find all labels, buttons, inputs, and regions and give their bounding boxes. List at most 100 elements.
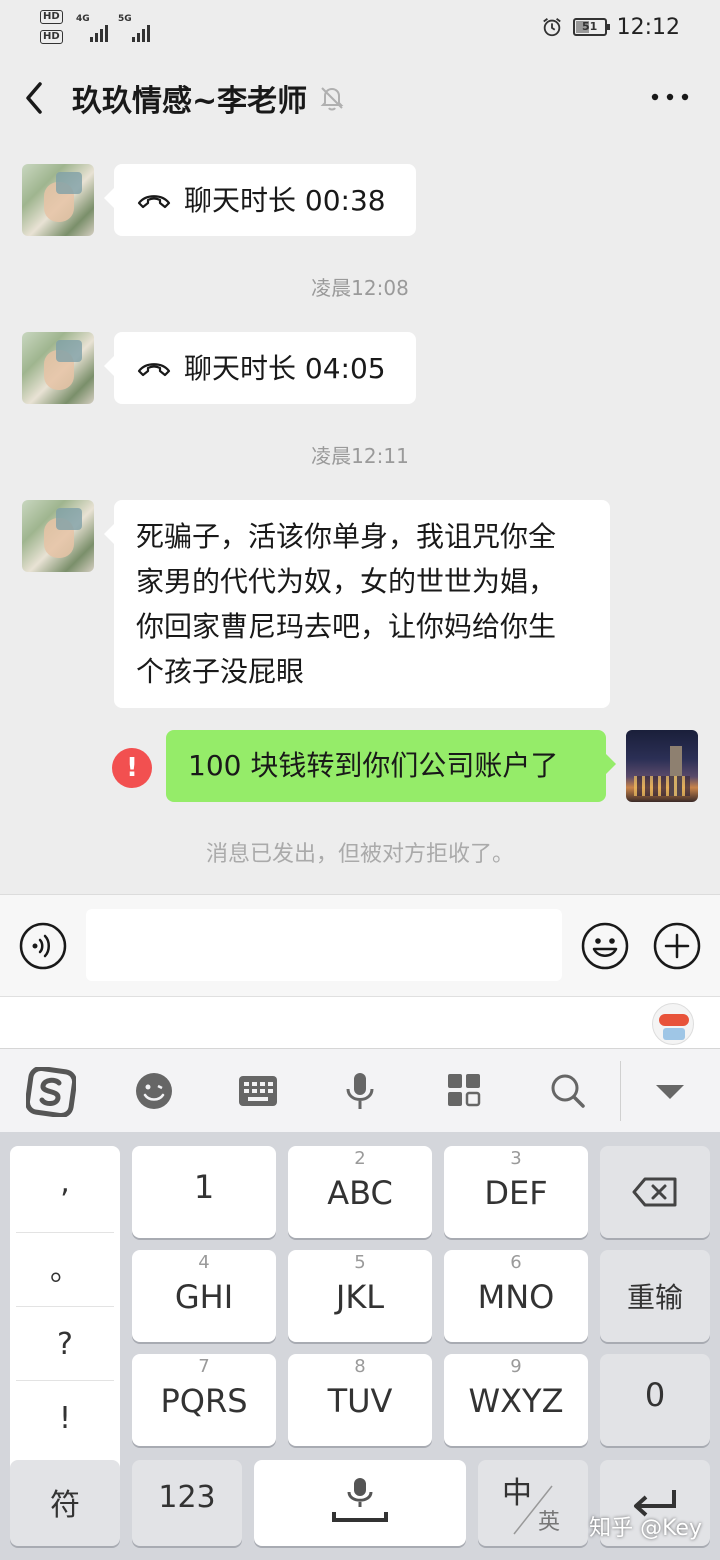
status-bar: HD HD 4G 5G 51 12:12	[0, 0, 720, 56]
key-label: JKL	[335, 1278, 385, 1316]
phone-hangup-icon	[137, 195, 171, 209]
phone-hangup-icon	[137, 363, 171, 377]
key-number: 9	[510, 1356, 522, 1377]
message-input[interactable]	[86, 909, 562, 981]
key-label: 0	[644, 1376, 666, 1414]
key-number: 2	[354, 1148, 366, 1169]
divider-slash-icon	[513, 1485, 553, 1535]
call-duration: 聊天时长 00:38	[184, 183, 386, 217]
key-wxyz[interactable]: 9 WXYZ	[444, 1354, 588, 1446]
chat-header: 玖玖情感~李老师	[0, 56, 720, 140]
key-number: 7	[198, 1356, 210, 1377]
watermark: 知乎 @Key	[589, 1516, 702, 1541]
space-voice-key[interactable]	[254, 1460, 466, 1546]
message-line: 你回家曹尼玛去吧，让你妈给你生	[136, 610, 557, 643]
punct-key[interactable]: ?	[10, 1308, 120, 1382]
signal-indicators: HD HD 4G 5G	[40, 8, 160, 48]
mute-bell-icon	[320, 87, 344, 111]
key-number: 8	[354, 1356, 366, 1377]
key-label: 123	[158, 1480, 216, 1515]
call-duration: 聊天时长 04:05	[184, 351, 386, 385]
toolbox-grid-icon[interactable]	[442, 1071, 486, 1111]
add-more-icon[interactable]	[652, 921, 702, 971]
key-label: GHI	[174, 1278, 234, 1316]
punct-key[interactable]: 。	[10, 1234, 120, 1308]
key-pqrs[interactable]: 7 PQRS	[132, 1354, 276, 1446]
punct-key[interactable]: !	[10, 1382, 120, 1456]
backspace-icon	[632, 1177, 677, 1207]
ime-keyboard: , 。 ? ! 1 2 ABC 3 DEF 4 GHI 5 JKL 6 MNO 重输 7 P…	[0, 1132, 720, 1560]
key-jkl[interactable]: 5 JKL	[288, 1250, 432, 1342]
symbols-key[interactable]: 符	[10, 1460, 120, 1546]
battery-icon: 51	[572, 18, 610, 36]
chat-title: 玖玖情感~李老师	[72, 84, 308, 119]
received-text-bubble[interactable]: 死骗子，活该你单身，我诅咒你全 家男的代代为奴，女的世世为娼， 你回家曹尼玛去吧…	[104, 500, 610, 708]
sogou-logo-icon[interactable]	[26, 1067, 76, 1117]
key-label: 1	[193, 1168, 215, 1206]
numbers-key[interactable]: 123	[132, 1460, 242, 1546]
key-ghi[interactable]: 4 GHI	[132, 1250, 276, 1342]
ime-mascot-icon[interactable]	[652, 1003, 694, 1045]
contact-avatar[interactable]	[22, 332, 94, 404]
message-line: 死骗子，活该你单身，我诅咒你全	[136, 520, 557, 553]
key-mno[interactable]: 6 MNO	[444, 1250, 588, 1342]
key-number: 5	[354, 1252, 366, 1273]
key-label: 重输	[626, 1281, 683, 1314]
emoji-icon[interactable]	[580, 921, 630, 971]
key-label: TUV	[327, 1382, 393, 1420]
key-number: 3	[510, 1148, 522, 1169]
contact-avatar[interactable]	[22, 164, 94, 236]
punctuation-column[interactable]: , 。 ? !	[10, 1146, 120, 1480]
status-right: 51 12:12	[541, 12, 680, 42]
key-label: PQRS	[160, 1382, 248, 1420]
key-tuv[interactable]: 8 TUV	[288, 1354, 432, 1446]
keyboard-toolbar	[0, 1048, 720, 1132]
call-record-bubble[interactable]: 聊天时长 00:38	[104, 164, 416, 236]
message-line: 家男的代代为奴，女的世世为娼，	[136, 565, 557, 598]
chat-area[interactable]: 聊天时长 00:38 凌晨12:08 聊天时长 04:05 凌晨12:11 死骗…	[0, 140, 720, 894]
key-label: 符	[50, 1488, 80, 1523]
microphone-icon	[332, 1478, 388, 1522]
status-time: 12:12	[616, 14, 680, 40]
emoji-panel-icon[interactable]	[132, 1071, 176, 1111]
key-number: 4	[198, 1252, 210, 1273]
keyboard-layout-icon[interactable]	[236, 1071, 280, 1111]
language-switch-key[interactable]: 中 英	[478, 1460, 588, 1546]
hd-badge: HD	[40, 30, 63, 44]
signal-icon	[132, 24, 150, 42]
voice-input-icon[interactable]	[18, 921, 68, 971]
key-label: MNO	[477, 1278, 555, 1316]
alarm-icon	[542, 18, 561, 37]
key-number: 6	[510, 1252, 522, 1273]
toolbar-divider	[620, 1061, 621, 1121]
key-def[interactable]: 3 DEF	[444, 1146, 588, 1238]
ime-candidate-strip	[0, 996, 720, 1048]
backspace-key[interactable]	[600, 1146, 710, 1238]
message-line: 个孩子没屁眼	[136, 655, 305, 688]
rejected-notice: 消息已发出，但被对方拒收了。	[205, 842, 514, 867]
timestamp: 凌晨12:08	[311, 276, 409, 300]
message-input-bar	[0, 894, 720, 996]
key-label: WXYZ	[468, 1382, 564, 1420]
microphone-icon[interactable]	[338, 1071, 382, 1111]
network-type-label: 5G	[118, 14, 132, 24]
more-options-icon[interactable]	[650, 92, 690, 102]
sent-text-bubble[interactable]: 100 块钱转到你们公司账户了	[166, 730, 616, 802]
collapse-keyboard-icon[interactable]	[648, 1071, 692, 1111]
contact-avatar[interactable]	[22, 500, 94, 572]
my-avatar[interactable]	[626, 730, 698, 802]
send-failed-icon[interactable]: !	[112, 748, 152, 788]
punct-key[interactable]: ,	[10, 1146, 120, 1220]
timestamp: 凌晨12:11	[311, 444, 409, 468]
hd-badge: HD	[40, 10, 63, 24]
signal-icon	[90, 24, 108, 42]
key-label: ABC	[327, 1174, 393, 1212]
battery-level: 51	[581, 20, 598, 33]
key-1[interactable]: 1	[132, 1146, 276, 1238]
key-0[interactable]: 0	[600, 1354, 710, 1446]
retype-key[interactable]: 重输	[600, 1250, 710, 1342]
key-abc[interactable]: 2 ABC	[288, 1146, 432, 1238]
call-record-bubble[interactable]: 聊天时长 04:05	[104, 332, 416, 404]
back-arrow-icon[interactable]	[20, 78, 50, 118]
search-icon[interactable]	[546, 1071, 590, 1111]
